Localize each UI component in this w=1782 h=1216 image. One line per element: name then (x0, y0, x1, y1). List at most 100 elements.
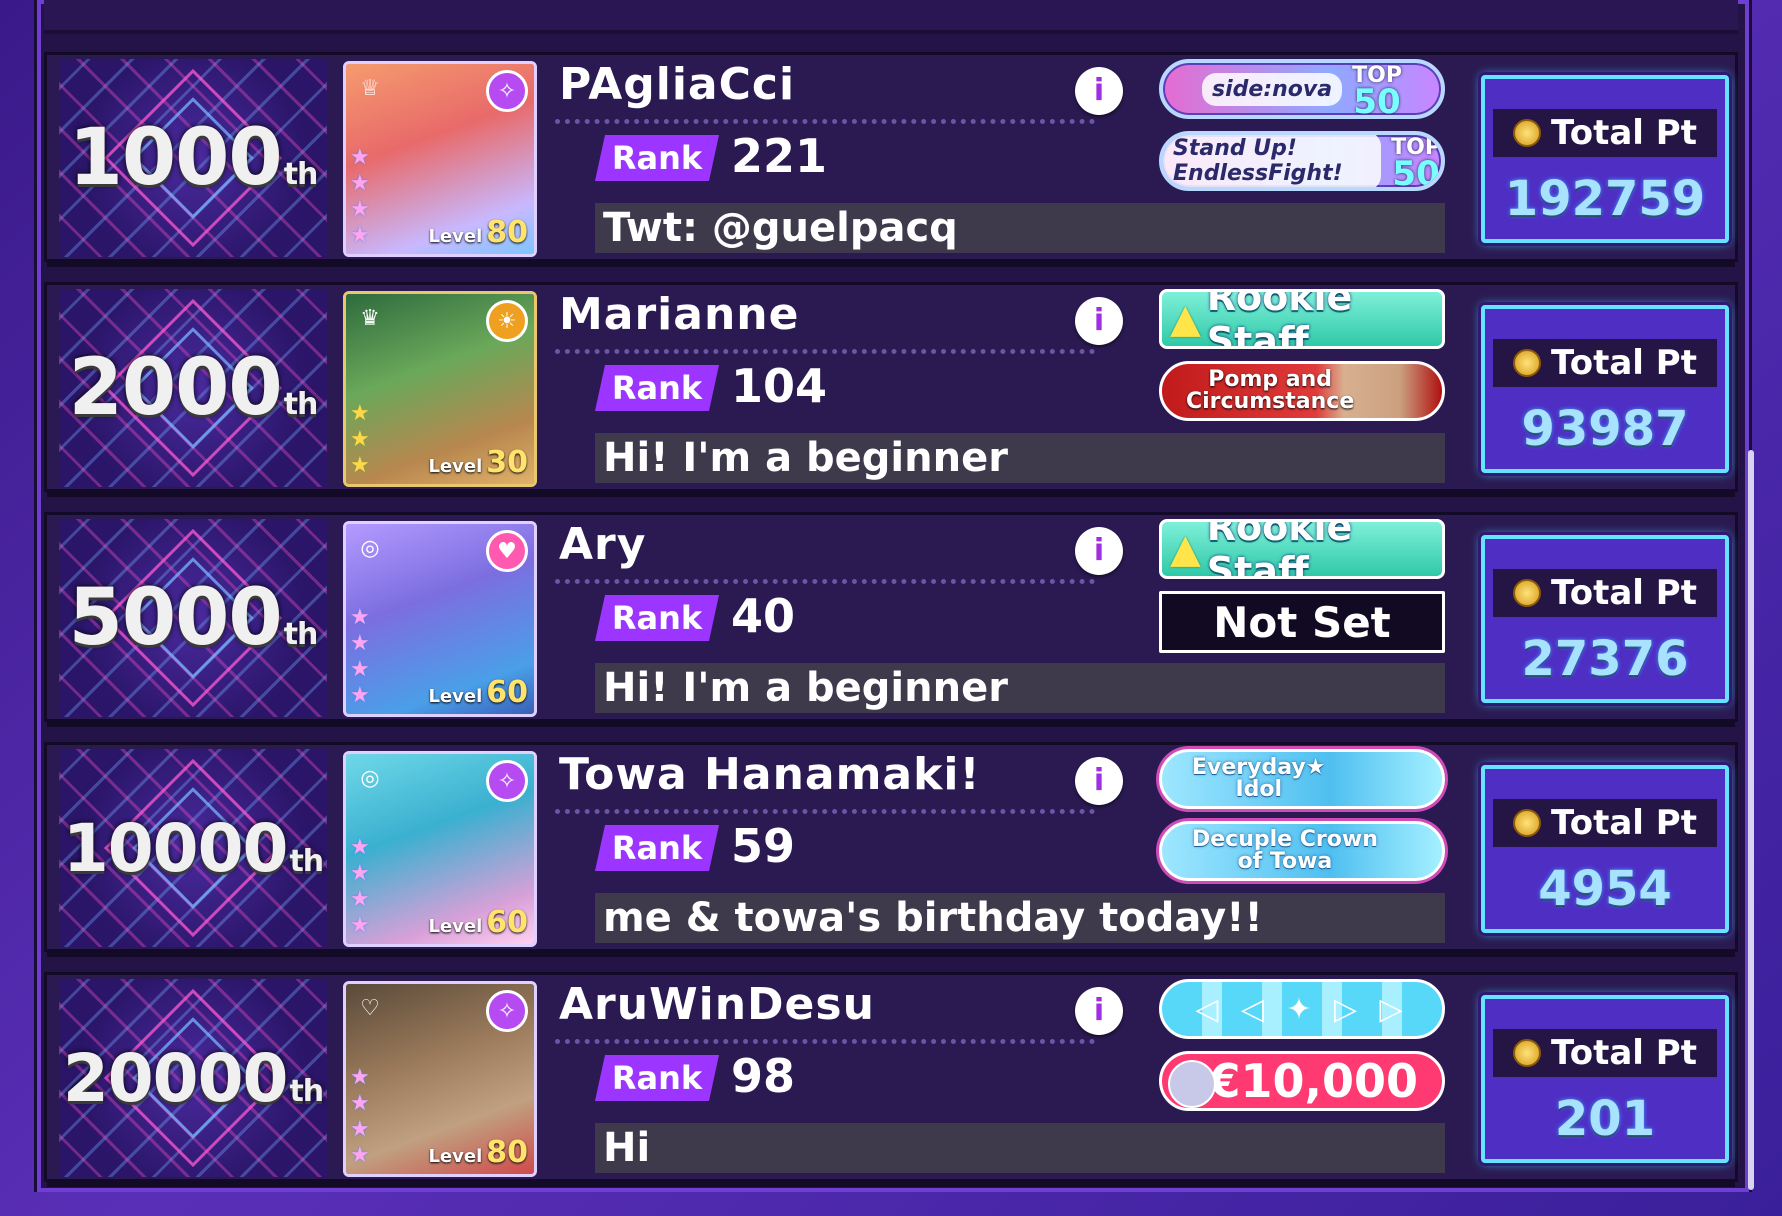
total-points-label: Total Pt (1551, 343, 1697, 383)
card-level: Level 30 (428, 445, 528, 480)
title-badge-idol[interactable]: Everyday★ Idol (1159, 749, 1445, 809)
card-attribute-icon: ✧ (486, 990, 528, 1032)
rookie-leaf-icon: ▲ (1170, 296, 1201, 342)
card-rarity-icon: ♛ (360, 305, 380, 331)
total-points-panel: Total Pt 4954 (1481, 765, 1729, 933)
card-attribute-icon: ☀ (486, 300, 528, 342)
rank-tag: Rank (595, 1055, 719, 1101)
title-text: Rookie Staff (1206, 519, 1353, 579)
player-card-thumbnail[interactable]: ♡ ✧ ★ ★ ★ ★ Level 80 (343, 981, 537, 1177)
title-text: €10,000 (1208, 1054, 1418, 1108)
event-points-coin-icon (1513, 809, 1542, 837)
star-icon: ★ (350, 1117, 370, 1142)
title-badge-event[interactable]: Stand Up! EndlessFight! TOP 50 (1159, 131, 1445, 191)
total-points-header: Total Pt (1493, 109, 1717, 157)
player-comment: Hi! I'm a beginner (595, 663, 1445, 713)
star-icon: ★ (350, 171, 370, 196)
star-icon: ★ (350, 427, 370, 452)
title-badge-pomp[interactable]: Pomp and Circumstance (1159, 361, 1445, 421)
title-rank-tier: TOP 50 (1352, 63, 1402, 115)
total-points-label: Total Pt (1551, 803, 1697, 843)
total-points-value: 192759 (1504, 171, 1706, 227)
title-two-line-text: Decuple Crown of Towa (1192, 829, 1378, 873)
card-rarity-icon: ◎ (360, 765, 380, 791)
card-level: Level 60 (428, 675, 528, 710)
title-badge-rookie[interactable]: ▲ Rookie Staff (1159, 289, 1445, 349)
total-points-panel: Total Pt 201 (1481, 995, 1729, 1163)
card-star-rating: ★ ★ ★ ★ (350, 1066, 370, 1168)
rookie-leaf-icon: ▲ (1170, 526, 1201, 572)
rank-tag: Rank (595, 595, 719, 641)
title-badge-event[interactable]: side:nova TOP 50 (1159, 59, 1445, 119)
title-line-1: Pomp and (1208, 367, 1333, 392)
star-icon: ★ (350, 223, 370, 248)
place-suffix: th (283, 617, 319, 652)
title-badge-notset[interactable]: Not Set (1159, 591, 1445, 653)
card-level: Level 60 (428, 905, 528, 940)
place-number: 2000th (68, 343, 319, 433)
player-info-button[interactable]: i (1075, 67, 1123, 115)
total-points-value: 4954 (1538, 861, 1672, 917)
star-icon: ★ (350, 145, 370, 170)
title-badge-idol[interactable]: Decuple Crown of Towa (1159, 821, 1445, 881)
total-points-header: Total Pt (1493, 799, 1717, 847)
ranking-row[interactable]: 5000th ◎ ♥ ★ ★ ★ ★ Level 60 Ary i Rank 40 Hi! I'm a b… (44, 512, 1738, 727)
player-card-thumbnail[interactable]: ♛ ☀ ★ ★ ★ Level 30 (343, 291, 537, 487)
title-badge-rookie[interactable]: ▲ Rookie Staff (1159, 519, 1445, 579)
star-icon: ★ (350, 657, 370, 682)
place-value: 10000 (62, 809, 289, 887)
ranking-row[interactable]: 20000th ♡ ✧ ★ ★ ★ ★ Level 80 AruWinDesu i Rank 98 Hi ◁… (44, 972, 1738, 1187)
total-points-header: Total Pt (1493, 1029, 1717, 1077)
star-icon: ★ (350, 197, 370, 222)
place-panel: 5000th (59, 519, 327, 717)
card-level: Level 80 (428, 215, 528, 250)
player-name: AruWinDesu (559, 979, 875, 1030)
total-points-label: Total Pt (1551, 113, 1697, 153)
player-card-thumbnail[interactable]: ◎ ✧ ★ ★ ★ ★ Level 60 (343, 751, 537, 947)
previous-row-edge (44, 0, 1738, 34)
player-name: Towa Hanamaki! (559, 749, 981, 800)
card-star-rating: ★ ★ ★ ★ (350, 836, 370, 938)
total-points-panel: Total Pt 27376 (1481, 535, 1729, 703)
player-card-thumbnail[interactable]: ♕ ✧ ★ ★ ★ ★ Level 80 (343, 61, 537, 257)
player-comment: Hi (595, 1123, 1445, 1173)
title-badge-art-only[interactable]: ◁ ◁ ✦ ▷ ▷ (1159, 979, 1445, 1039)
star-icon: ★ (350, 631, 370, 656)
player-name: PAgliaCci (559, 59, 796, 110)
ranking-row[interactable]: 2000th ♛ ☀ ★ ★ ★ Level 30 Marianne i Rank 104 Hi! I'… (44, 282, 1738, 497)
player-info-button[interactable]: i (1075, 757, 1123, 805)
title-top-value: 50 (1353, 82, 1401, 119)
player-info-button[interactable]: i (1075, 297, 1123, 345)
player-comment: Twt: @guelpacq (595, 203, 1445, 253)
player-rank-value: 104 (731, 359, 828, 413)
player-card-thumbnail[interactable]: ◎ ♥ ★ ★ ★ ★ Level 60 (343, 521, 537, 717)
place-value: 2000 (68, 343, 283, 433)
ranking-row[interactable]: 10000th ◎ ✧ ★ ★ ★ ★ Level 60 Towa Hanamaki! i Rank 5… (44, 742, 1738, 957)
title-line-1: Everyday★ (1192, 755, 1326, 780)
title-badge-euro[interactable]: €10,000 (1159, 1051, 1445, 1111)
ranking-row[interactable]: 1000th ♕ ✧ ★ ★ ★ ★ Level 80 PAgliaCci i Rank 221 Twt:… (44, 52, 1738, 267)
card-level-value: 30 (486, 445, 528, 480)
title-top-value: 50 (1392, 154, 1440, 191)
card-star-rating: ★ ★ ★ ★ (350, 606, 370, 708)
player-comment: Hi! I'm a beginner (595, 433, 1445, 483)
title-character-avatar (1168, 1060, 1216, 1108)
star-icon: ★ (350, 401, 370, 426)
star-icon: ★ (350, 453, 370, 478)
card-level-label: Level (428, 686, 483, 707)
place-value: 20000 (62, 1039, 289, 1117)
star-icon: ★ (350, 861, 370, 886)
player-info-button[interactable]: i (1075, 527, 1123, 575)
place-suffix: th (289, 1073, 324, 1109)
card-level-label: Level (428, 456, 483, 477)
place-panel: 1000th (59, 59, 327, 257)
place-panel: 2000th (59, 289, 327, 487)
title-line-2: of Towa (1237, 849, 1333, 874)
title-two-line-text: Pomp and Circumstance (1186, 369, 1354, 413)
name-divider (555, 579, 1095, 584)
player-info-button[interactable]: i (1075, 987, 1123, 1035)
title-rank-tier: TOP 50 (1391, 135, 1441, 187)
star-icon: ★ (350, 1143, 370, 1168)
scrollbar[interactable] (1748, 450, 1754, 1190)
place-number: 20000th (62, 1039, 324, 1117)
